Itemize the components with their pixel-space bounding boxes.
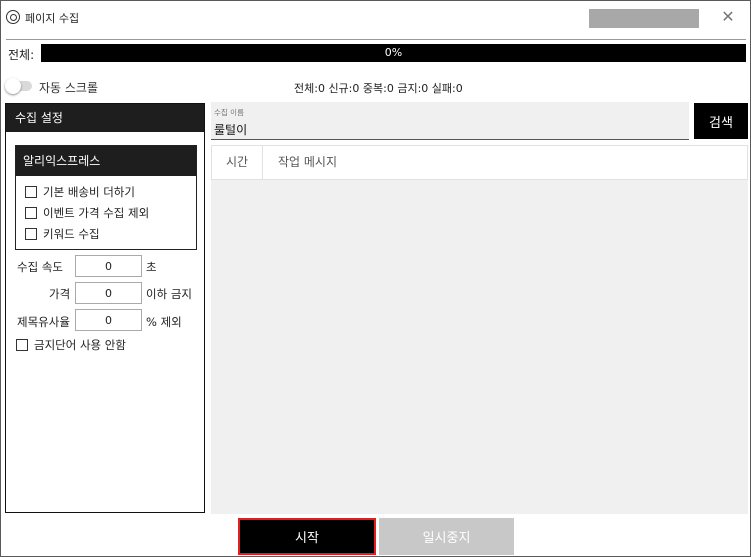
log-table-header: 시간 작업 메시지 — [211, 145, 748, 180]
title-bar: 페이지 수집 ✕ — [1, 1, 750, 35]
settings-panel-title: 수집 설정 — [6, 104, 204, 132]
price-unit: 이하 금지 — [146, 287, 192, 301]
app-logo-icon — [6, 10, 20, 24]
collect-name-caption: 수집 이름 — [214, 108, 244, 117]
collect-name-input[interactable] — [214, 120, 684, 138]
checkbox-box — [25, 186, 37, 198]
title-divider — [6, 39, 746, 40]
close-icon[interactable]: ✕ — [718, 7, 738, 27]
auto-scroll-toggle[interactable] — [5, 78, 32, 94]
overall-progress-bar: 0% — [41, 44, 746, 62]
start-button[interactable]: 시작 — [238, 518, 376, 555]
checkbox-box — [25, 207, 37, 219]
toggle-knob — [5, 78, 21, 94]
aliexpress-group-title: 알리익스프레스 — [16, 146, 196, 176]
exclude-event-price-checkbox[interactable]: 이벤트 가격 수집 제외 — [25, 205, 149, 221]
similarity-input[interactable] — [75, 309, 142, 331]
similarity-label: 제목유사율 — [17, 315, 70, 329]
collect-window: 페이지 수집 ✕ 전체: 0% 자동 스크롤 전체:0 신규:0 중복:0 금지… — [0, 0, 751, 557]
price-input[interactable] — [75, 282, 142, 304]
banned-words-checkbox[interactable]: 금지단어 사용 안함 — [16, 337, 126, 353]
checkbox-label: 키워드 수집 — [43, 227, 100, 241]
collect-stats: 전체:0 신규:0 중복:0 금지:0 실패:0 — [294, 82, 463, 95]
similarity-unit: % 제외 — [146, 315, 182, 329]
pause-button[interactable]: 일시중지 — [379, 518, 514, 555]
checkbox-label: 기본 배송비 더하기 — [43, 185, 135, 199]
speed-unit: 초 — [146, 260, 157, 274]
progress-percent-text: 0% — [384, 46, 403, 59]
column-header-message[interactable]: 작업 메시지 — [278, 146, 337, 179]
checkbox-label: 금지단어 사용 안함 — [34, 338, 126, 352]
price-label: 가격 — [49, 287, 71, 301]
settings-panel: 수집 설정 알리익스프레스 기본 배송비 더하기 이벤트 가격 수집 제외 키워… — [5, 103, 205, 513]
speed-label: 수집 속도 — [17, 260, 63, 274]
window-title: 페이지 수집 — [25, 12, 80, 25]
title-placeholder-box — [589, 9, 699, 28]
checkbox-label: 이벤트 가격 수집 제외 — [43, 206, 150, 220]
checkbox-box — [25, 228, 37, 240]
overall-progress-label: 전체: — [8, 48, 35, 62]
aliexpress-group: 알리익스프레스 기본 배송비 더하기 이벤트 가격 수집 제외 키워드 수집 — [15, 145, 197, 250]
speed-input[interactable] — [75, 255, 142, 277]
column-header-time[interactable]: 시간 — [212, 146, 263, 179]
checkbox-box — [16, 339, 28, 351]
add-shipping-checkbox[interactable]: 기본 배송비 더하기 — [25, 184, 135, 200]
log-table: 시간 작업 메시지 — [211, 145, 748, 514]
collect-name-field: 수집 이름 — [211, 102, 689, 140]
auto-scroll-label: 자동 스크롤 — [39, 81, 99, 95]
search-button[interactable]: 검색 — [694, 103, 748, 139]
keyword-collect-checkbox[interactable]: 키워드 수집 — [25, 226, 100, 242]
